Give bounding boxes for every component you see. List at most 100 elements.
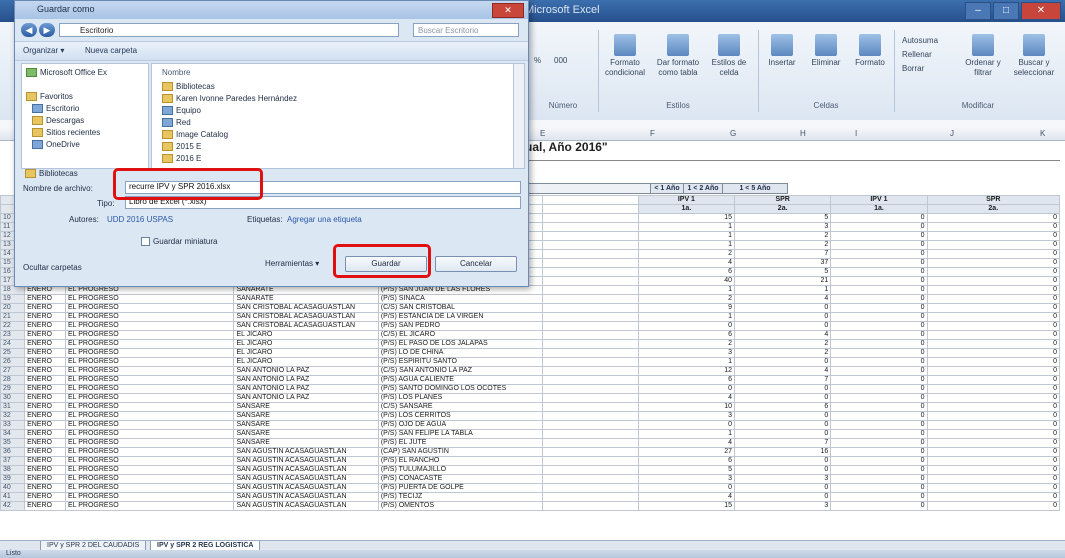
municipality-cell[interactable]: SAN AGUSTIN ACASAGUASTLAN (233, 492, 379, 502)
value-cell[interactable]: 0 (734, 357, 832, 367)
department-cell[interactable]: EL PROGRESO (64, 438, 235, 448)
department-cell[interactable]: EL PROGRESO (64, 366, 235, 376)
value-cell[interactable]: 0 (830, 474, 928, 484)
nav-item-onedrive[interactable]: OneDrive (32, 140, 80, 150)
value-cell[interactable]: 0 (734, 420, 832, 430)
column-header[interactable]: H (800, 129, 806, 138)
file-item[interactable]: Karen Ivonne Paredes Hernández (162, 94, 297, 104)
nav-item-desktop[interactable]: Escritorio (32, 104, 79, 114)
row-number[interactable]: 42 (0, 501, 26, 511)
filetype-select[interactable]: Libro de Excel (*.xlsx) (125, 196, 521, 209)
department-cell[interactable]: EL PROGRESO (64, 420, 235, 430)
blank-cell[interactable] (541, 204, 639, 214)
value-cell[interactable]: 0 (637, 420, 736, 430)
value-cell[interactable]: 0 (830, 393, 928, 403)
value-cell[interactable]: 0 (830, 276, 928, 286)
save-button[interactable]: Guardar (345, 256, 427, 272)
service-cell[interactable]: (P/S) LOS CERRITOS (377, 411, 543, 421)
value-cell[interactable]: 1 (734, 285, 832, 295)
value-cell[interactable]: 1 (637, 231, 736, 241)
value-cell[interactable]: 7 (734, 375, 832, 385)
service-cell[interactable]: (P/S) AGUA CALIENTE (377, 375, 543, 385)
municipality-cell[interactable]: SANARATE (233, 294, 379, 304)
value-cell[interactable]: 0 (926, 249, 1061, 259)
service-cell[interactable]: (P/S) OJO DE AGUA (377, 420, 543, 430)
service-cell[interactable]: (C/S) SAN CRISTOBAL (377, 303, 543, 313)
value-cell[interactable]: 0 (926, 240, 1061, 250)
municipality-cell[interactable]: SANSARE (233, 429, 379, 439)
value-cell[interactable]: 0 (926, 501, 1061, 511)
row-number[interactable]: 34 (0, 429, 26, 439)
row-number[interactable]: 22 (0, 321, 26, 331)
municipality-cell[interactable]: SAN CRISTOBAL ACASAGUASTLAN (233, 312, 379, 322)
blank-cell[interactable] (541, 267, 639, 277)
blank-cell[interactable] (541, 222, 639, 232)
thousands-button[interactable]: 000 (554, 56, 567, 66)
month-cell[interactable]: ENERO (24, 393, 66, 403)
value-cell[interactable]: 0 (637, 321, 736, 331)
value-cell[interactable]: 0 (926, 303, 1061, 313)
department-cell[interactable]: EL PROGRESO (64, 384, 235, 394)
blank-cell[interactable] (541, 195, 639, 205)
blank-cell[interactable] (541, 231, 639, 241)
file-item[interactable]: Equipo (162, 106, 201, 116)
value-cell[interactable]: 1 (637, 240, 736, 250)
blank-cell[interactable] (541, 429, 639, 439)
value-cell[interactable]: 0 (926, 357, 1061, 367)
value-cell[interactable]: 0 (830, 438, 928, 448)
blank-cell[interactable] (541, 366, 639, 376)
value-cell[interactable]: 0 (830, 231, 928, 241)
value-cell[interactable]: 2 (734, 348, 832, 358)
value-cell[interactable]: 0 (926, 258, 1061, 268)
blank-cell[interactable] (541, 420, 639, 430)
add-tag-link[interactable]: Agregar una etiqueta (287, 215, 362, 224)
municipality-cell[interactable]: SAN CRISTOBAL ACASAGUASTLAN (233, 303, 379, 313)
blank-cell[interactable] (541, 276, 639, 286)
value-cell[interactable]: 0 (926, 276, 1061, 286)
row-number[interactable]: 21 (0, 312, 26, 322)
value-cell[interactable]: 0 (637, 483, 736, 493)
department-cell[interactable]: EL PROGRESO (64, 321, 235, 331)
blank-cell[interactable] (541, 447, 639, 457)
row-number[interactable]: 36 (0, 447, 26, 457)
municipality-cell[interactable]: SAN CRISTOBAL ACASAGUASTLAN (233, 321, 379, 331)
nav-item-favorites[interactable]: Favoritos (26, 92, 73, 102)
value-cell[interactable]: 0 (830, 312, 928, 322)
department-cell[interactable]: EL PROGRESO (64, 465, 235, 475)
blank-cell[interactable] (541, 393, 639, 403)
month-cell[interactable]: ENERO (24, 483, 66, 493)
value-cell[interactable]: 0 (830, 330, 928, 340)
file-item[interactable]: Image Catalog (162, 130, 228, 140)
value-cell[interactable]: 0 (926, 321, 1061, 331)
value-cell[interactable]: 6 (637, 375, 736, 385)
value-cell[interactable]: 6 (734, 402, 832, 412)
value-cell[interactable]: 0 (734, 456, 832, 466)
file-item[interactable]: 2015 E (162, 142, 201, 152)
month-cell[interactable]: ENERO (24, 294, 66, 304)
service-cell[interactable]: (P/S) EL PASO DE LOS JALAPAS (377, 339, 543, 349)
value-cell[interactable]: 3 (734, 222, 832, 232)
month-cell[interactable]: ENERO (24, 438, 66, 448)
value-cell[interactable]: 3 (637, 348, 736, 358)
value-cell[interactable]: 6 (637, 267, 736, 277)
row-number[interactable]: 33 (0, 420, 26, 430)
value-cell[interactable]: 0 (734, 393, 832, 403)
cancel-button[interactable]: Cancelar (435, 256, 517, 272)
dialog-search-input[interactable]: Buscar Escritorio (413, 23, 519, 37)
format-button[interactable]: Formato (850, 34, 890, 68)
department-cell[interactable]: EL PROGRESO (64, 474, 235, 484)
blank-cell[interactable] (541, 438, 639, 448)
nav-item-office[interactable]: Microsoft Office Ex (26, 68, 107, 78)
blank-cell[interactable] (541, 384, 639, 394)
value-cell[interactable]: 15 (637, 501, 736, 511)
blank-cell[interactable] (541, 375, 639, 385)
department-cell[interactable]: EL PROGRESO (64, 447, 235, 457)
value-cell[interactable]: 0 (926, 312, 1061, 322)
row-number[interactable]: 41 (0, 492, 26, 502)
month-cell[interactable]: ENERO (24, 429, 66, 439)
month-cell[interactable]: ENERO (24, 357, 66, 367)
value-cell[interactable]: 0 (926, 213, 1061, 223)
blank-cell[interactable] (541, 321, 639, 331)
value-cell[interactable]: 2 (637, 294, 736, 304)
value-cell[interactable]: 3 (637, 474, 736, 484)
